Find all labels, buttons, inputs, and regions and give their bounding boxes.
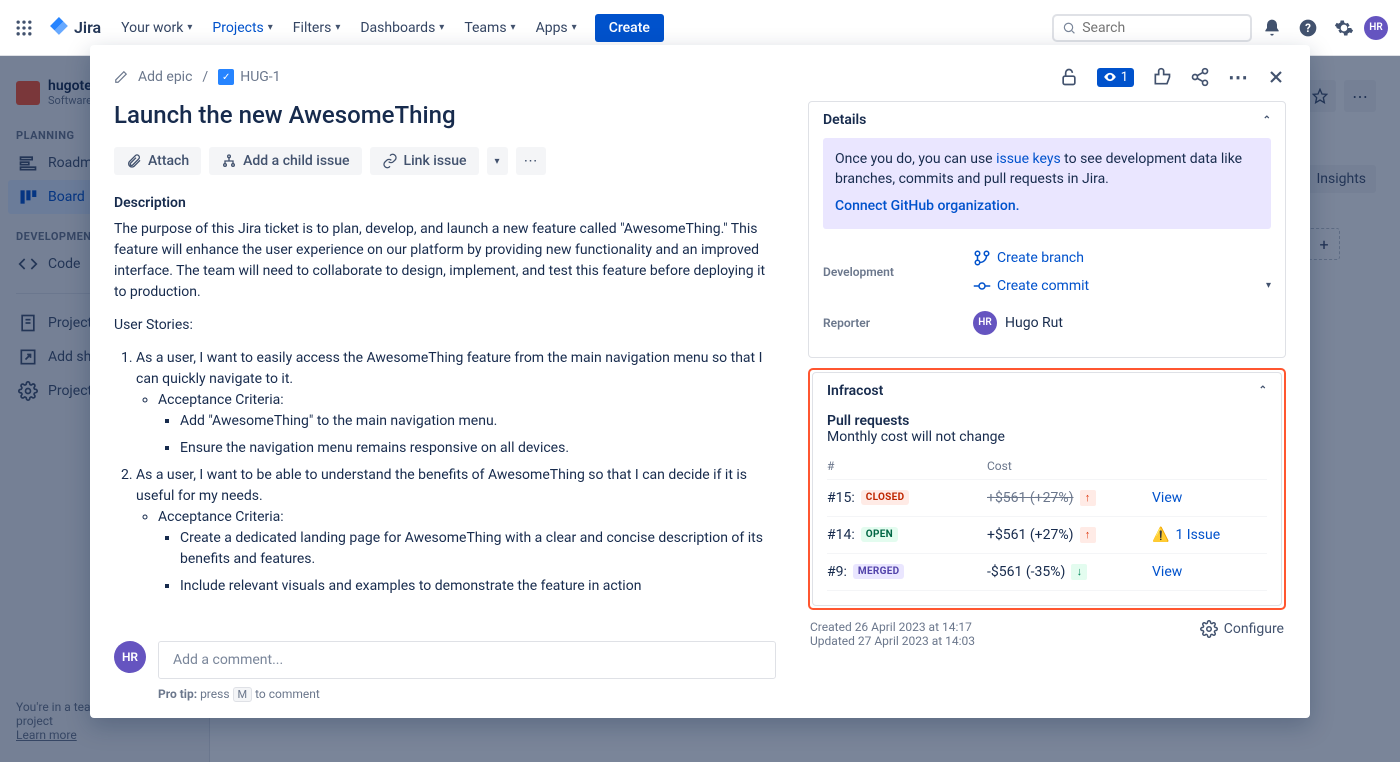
comment-input[interactable]: Add a comment... [158, 641, 776, 679]
arrow-down-icon: ↓ [1071, 564, 1087, 580]
development-row: Development Create branch Create commit [823, 241, 1271, 303]
infracost-panel-highlight: Infracost ⌃ Pull requests Monthly cost w… [808, 368, 1286, 610]
issue-key[interactable]: ✓ HUG-1 [218, 69, 280, 85]
watch-button[interactable]: 1 [1097, 68, 1134, 87]
more-actions-icon[interactable]: ⋯ [1228, 65, 1248, 89]
nav-projects[interactable]: Projects▾ [204, 16, 280, 40]
modal-left: Launch the new AwesomeThing Attach Add a… [90, 93, 800, 718]
attach-button[interactable]: Attach [114, 147, 201, 175]
warning-icon: ⚠️ [1152, 527, 1169, 543]
reporter-avatar: HR [973, 311, 997, 335]
issue-link[interactable]: 1 Issue [1175, 527, 1220, 543]
notifications-icon[interactable] [1256, 12, 1288, 44]
reporter-row: Reporter HR Hugo Rut [823, 303, 1271, 343]
thumbs-up-icon[interactable] [1152, 67, 1172, 87]
arrow-up-icon: ↑ [1080, 527, 1096, 543]
logo-text: Jira [74, 18, 101, 37]
child-icon [221, 153, 237, 169]
action-bar: Attach Add a child issue Link issue ▾ ⋯ [114, 147, 768, 175]
configure-button[interactable]: Configure [1200, 620, 1284, 638]
details-header[interactable]: Details ⌃ [809, 102, 1285, 138]
link-issue-button[interactable]: Link issue [370, 147, 479, 175]
pr-table: # Cost #15: CLOSED +$561 (+27%) ↑ View #… [813, 453, 1281, 605]
link-icon [382, 153, 398, 169]
search-box[interactable] [1052, 14, 1252, 42]
lock-icon[interactable] [1059, 67, 1079, 87]
search-icon [1062, 20, 1076, 36]
pr-subtitle: Monthly cost will not change [813, 429, 1281, 453]
description-label: Description [114, 195, 768, 211]
help-icon[interactable]: ? [1292, 12, 1324, 44]
user-avatar[interactable]: HR [1364, 16, 1388, 40]
reporter-value[interactable]: HR Hugo Rut [973, 311, 1271, 335]
create-commit-link[interactable]: Create commit ▾ [973, 277, 1271, 295]
nav-filters[interactable]: Filters▾ [285, 16, 349, 40]
branch-icon [973, 249, 991, 267]
arrow-up-icon: ↑ [1080, 490, 1096, 506]
eye-icon [1103, 70, 1117, 84]
pro-tip: Pro tip: press M to comment [158, 687, 776, 702]
nav-teams[interactable]: Teams▾ [456, 16, 523, 40]
issue-modal: Add epic / ✓ HUG-1 1 ⋯ Launch the new Aw… [90, 45, 1310, 718]
pencil-icon [114, 70, 128, 84]
view-link[interactable]: View [1152, 564, 1182, 580]
pr-row: #14: OPEN +$561 (+27%) ↑ ⚠️ 1 Issue [827, 517, 1267, 554]
nav-dashboards[interactable]: Dashboards▾ [352, 16, 452, 40]
timestamps: Created 26 April 2023 at 14:17 Updated 2… [808, 610, 1286, 658]
infracost-header[interactable]: Infracost ⌃ [813, 373, 1281, 409]
close-icon[interactable] [1266, 67, 1286, 87]
status-badge: OPEN [861, 527, 898, 542]
issue-title[interactable]: Launch the new AwesomeThing [114, 101, 768, 129]
description-body[interactable]: The purpose of this Jira ticket is to pl… [114, 219, 768, 597]
search-input[interactable] [1082, 20, 1242, 36]
commit-icon [973, 277, 991, 295]
settings-icon[interactable] [1328, 12, 1360, 44]
status-badge: MERGED [853, 564, 905, 579]
app-switcher-icon[interactable] [12, 16, 36, 40]
modal-right: Details ⌃ Once you do, you can use issue… [800, 93, 1310, 718]
pr-row: #9: MERGED -$561 (-35%) ↓ View [827, 554, 1267, 591]
chevron-up-icon: ⌃ [1263, 115, 1271, 126]
issue-type-icon: ✓ [218, 69, 234, 85]
jira-logo[interactable]: Jira [40, 17, 109, 39]
pr-row: #15: CLOSED +$561 (+27%) ↑ View [827, 480, 1267, 517]
view-link[interactable]: View [1152, 490, 1182, 506]
details-panel: Details ⌃ Once you do, you can use issue… [808, 101, 1286, 358]
github-banner: Once you do, you can use issue keys to s… [823, 138, 1271, 229]
issue-keys-link[interactable]: issue keys [996, 151, 1061, 167]
add-child-button[interactable]: Add a child issue [209, 147, 361, 175]
modal-header: Add epic / ✓ HUG-1 1 ⋯ [90, 45, 1310, 93]
more-actions-button[interactable]: ⋯ [516, 147, 546, 175]
attach-icon [126, 153, 142, 169]
create-button[interactable]: Create [595, 14, 664, 42]
gear-icon [1200, 620, 1218, 638]
nav-apps[interactable]: Apps▾ [528, 16, 585, 40]
share-icon[interactable] [1190, 67, 1210, 87]
chevron-down-icon: ▾ [1266, 280, 1271, 291]
add-epic-link[interactable]: Add epic [138, 69, 192, 85]
created-at: Created 26 April 2023 at 14:17 [810, 620, 975, 634]
comment-area: HR Add a comment... [114, 629, 776, 679]
create-branch-link[interactable]: Create branch [973, 249, 1084, 267]
header-actions: 1 ⋯ [1059, 65, 1286, 89]
link-dropdown[interactable]: ▾ [487, 147, 508, 175]
connect-github-link[interactable]: Connect GitHub organization. [835, 198, 1020, 214]
svg-text:?: ? [1305, 21, 1311, 35]
pr-table-header: # Cost [827, 453, 1267, 480]
nav-your-work[interactable]: Your work▾ [113, 16, 200, 40]
breadcrumb: Add epic / ✓ HUG-1 [114, 69, 281, 85]
comment-avatar: HR [114, 641, 146, 673]
updated-at: Updated 27 April 2023 at 14:03 [810, 634, 975, 648]
chevron-up-icon: ⌃ [1259, 385, 1267, 396]
pr-label: Pull requests [813, 409, 1281, 429]
status-badge: CLOSED [861, 490, 910, 505]
